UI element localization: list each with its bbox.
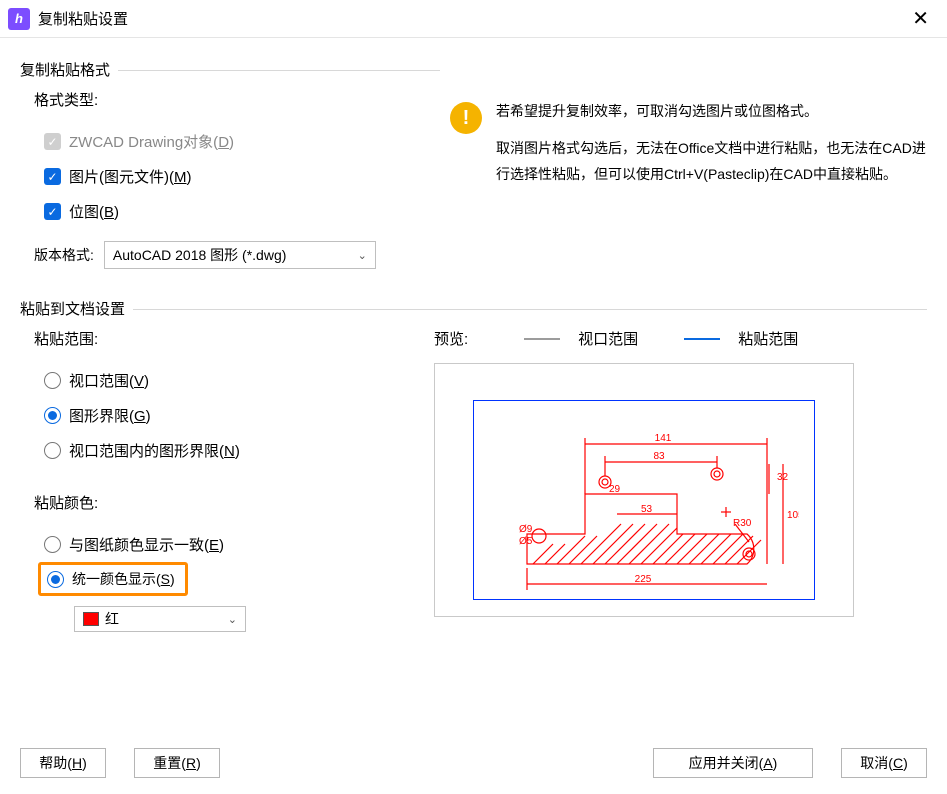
- group-title-format: 复制粘贴格式: [20, 59, 118, 80]
- radio-viewport-drawing-limits[interactable]: 视口范围内的图形界限(N): [34, 433, 434, 468]
- group-title-paste: 粘贴到文档设置: [20, 298, 133, 319]
- svg-text:53: 53: [641, 504, 653, 515]
- preview-box: 141 83 32 29 53 105 R30 225 Ø9 Ø5: [434, 363, 854, 617]
- chevron-down-icon: ⌄: [358, 249, 367, 262]
- preview-legend: 预览: 视口范围 粘贴范围: [434, 328, 913, 349]
- legend-line-viewport: [524, 338, 560, 340]
- radio-drawing-limits[interactable]: 图形界限(G): [34, 398, 434, 433]
- checkbox-picture-metafile[interactable]: ✓ 图片(图元文件)(M): [34, 159, 426, 194]
- titlebar: h 复制粘贴设置 ✕: [0, 0, 947, 38]
- version-format-label: 版本格式:: [34, 245, 94, 265]
- radio-icon: [47, 571, 64, 588]
- cancel-button[interactable]: 取消(C): [841, 748, 927, 778]
- radio-match-drawing-color[interactable]: 与图纸颜色显示一致(E): [34, 527, 434, 562]
- svg-text:Ø9: Ø9: [519, 524, 533, 535]
- checkbox-bitmap[interactable]: ✓ 位图(B): [34, 194, 426, 229]
- svg-text:Ø5: Ø5: [519, 536, 533, 547]
- format-type-label: 格式类型:: [34, 89, 426, 110]
- radio-icon: [44, 407, 61, 424]
- legend-paste-label: 粘贴范围: [738, 328, 798, 349]
- paste-to-doc-group: 粘贴到文档设置 粘贴范围: 视口范围(V) 图形界限(G) 视口范围内的图形界限…: [20, 309, 927, 642]
- color-select[interactable]: 红 ⌄: [74, 606, 246, 632]
- svg-text:32: 32: [777, 472, 789, 483]
- legend-viewport-label: 视口范围: [578, 328, 638, 349]
- paste-range-label: 粘贴范围:: [34, 328, 434, 349]
- paste-color-label: 粘贴颜色:: [34, 492, 434, 513]
- svg-text:105: 105: [787, 510, 799, 521]
- radio-icon: [44, 372, 61, 389]
- app-icon: h: [8, 8, 30, 30]
- svg-text:83: 83: [653, 451, 665, 462]
- apply-and-close-button[interactable]: 应用并关闭(A): [653, 748, 813, 778]
- check-icon: ✓: [44, 133, 61, 150]
- color-swatch-red: [83, 612, 99, 626]
- info-panel: ! 若希望提升复制效率，可取消勾选图片或位图格式。 取消图片格式勾选后，无法在O…: [450, 98, 927, 188]
- copy-format-group: 复制粘贴格式 格式类型: ✓ ZWCAD Drawing对象(D) ✓ 图片(图…: [20, 70, 440, 279]
- legend-line-paste: [684, 338, 720, 340]
- svg-text:141: 141: [655, 433, 672, 444]
- cad-drawing-preview: 141 83 32 29 53 105 R30 225 Ø9 Ø5: [487, 424, 799, 594]
- radio-viewport-range[interactable]: 视口范围(V): [34, 363, 434, 398]
- help-button[interactable]: 帮助(H): [20, 748, 106, 778]
- reset-button[interactable]: 重置(R): [134, 748, 220, 778]
- svg-text:R30: R30: [733, 518, 752, 529]
- radio-icon: [44, 536, 61, 553]
- radio-icon: [44, 442, 61, 459]
- svg-text:29: 29: [609, 484, 621, 495]
- checkbox-zwcad-drawing: ✓ ZWCAD Drawing对象(D): [34, 124, 426, 159]
- info-line-1: 若希望提升复制效率，可取消勾选图片或位图格式。: [496, 98, 927, 125]
- check-icon: ✓: [44, 203, 61, 220]
- close-icon[interactable]: ✕: [902, 2, 939, 35]
- footer-buttons: 帮助(H) 重置(R) 应用并关闭(A) 取消(C): [20, 748, 927, 778]
- window-title: 复制粘贴设置: [38, 8, 902, 29]
- check-icon: ✓: [44, 168, 61, 185]
- info-line-2: 取消图片格式勾选后，无法在Office文档中进行粘贴，也无法在CAD进行选择性粘…: [496, 135, 927, 188]
- preview-label: 预览:: [434, 328, 468, 349]
- svg-text:225: 225: [635, 574, 652, 585]
- version-format-select[interactable]: AutoCAD 2018 图形 (*.dwg) ⌄: [104, 241, 376, 269]
- lightbulb-icon: !: [450, 102, 482, 134]
- radio-unified-color-highlighted[interactable]: 统一颜色显示(S): [38, 562, 188, 596]
- chevron-down-icon: ⌄: [228, 613, 237, 626]
